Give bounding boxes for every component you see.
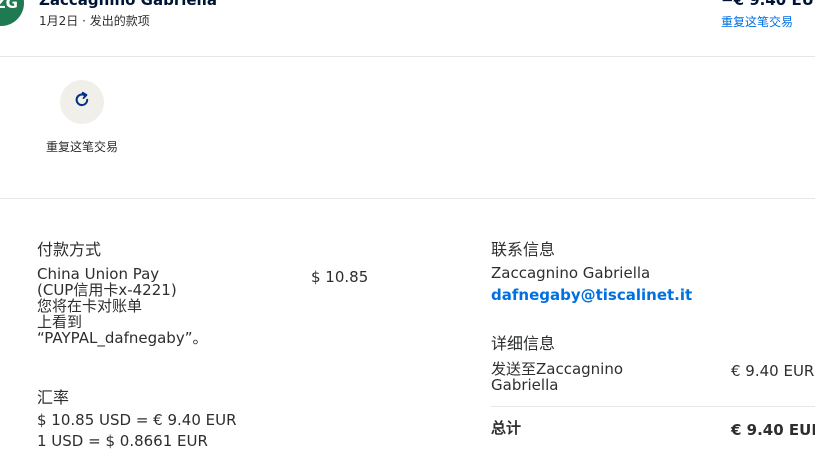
- transaction-amount: −€ 9.40 EUR: [721, 0, 815, 9]
- refresh-icon: [72, 90, 92, 114]
- payment-method-line: 上看到: [37, 313, 83, 331]
- exchange-rate-unit: 1 USD = $ 0.8661 EUR: [37, 432, 208, 450]
- total-label: 总计: [491, 419, 522, 437]
- divider: [0, 198, 815, 199]
- payment-method-details: China Union Pay (CUP信用卡x-4221) 您将在卡对账单 上…: [37, 266, 207, 346]
- payment-amount: $ 10.85: [311, 268, 369, 286]
- repeat-transaction-button[interactable]: [60, 80, 104, 124]
- exchange-rate-total: $ 10.85 USD = € 9.40 EUR: [37, 411, 237, 429]
- payment-method-line: (CUP信用卡x-4221): [37, 281, 177, 299]
- sent-to-label: 发送至Zaccagnino Gabriella: [491, 361, 623, 393]
- payment-method-line: China Union Pay: [37, 265, 160, 283]
- details-heading: 详细信息: [491, 334, 556, 353]
- counterparty-name: Zaccagnino Gabriella: [39, 0, 217, 9]
- payment-method-line: “PAYPAL_dafnegaby”。: [37, 329, 208, 347]
- contact-email-link[interactable]: dafnegaby@tiscalinet.it: [491, 286, 692, 304]
- total-amount: € 9.40 EUR: [731, 421, 815, 439]
- exchange-rate-heading: 汇率: [37, 388, 70, 407]
- contact-info-heading: 联系信息: [491, 240, 556, 259]
- payment-method-heading: 付款方式: [37, 240, 102, 259]
- transaction-date-type: 1月2日 · 发出的款项: [39, 14, 150, 28]
- divider: [0, 56, 815, 57]
- sent-to-line: 发送至Zaccagnino: [491, 360, 624, 378]
- sent-amount: € 9.40 EUR: [731, 362, 815, 380]
- repeat-transaction-label: 重复这笔交易: [46, 140, 119, 154]
- repeat-transaction-link[interactable]: 重复这笔交易: [721, 13, 793, 30]
- payment-method-line: 您将在卡对账单: [37, 297, 143, 315]
- divider: [491, 406, 815, 407]
- contact-name: Zaccagnino Gabriella: [491, 264, 651, 282]
- avatar: ZG: [0, 0, 24, 26]
- sent-to-line: Gabriella: [491, 376, 559, 394]
